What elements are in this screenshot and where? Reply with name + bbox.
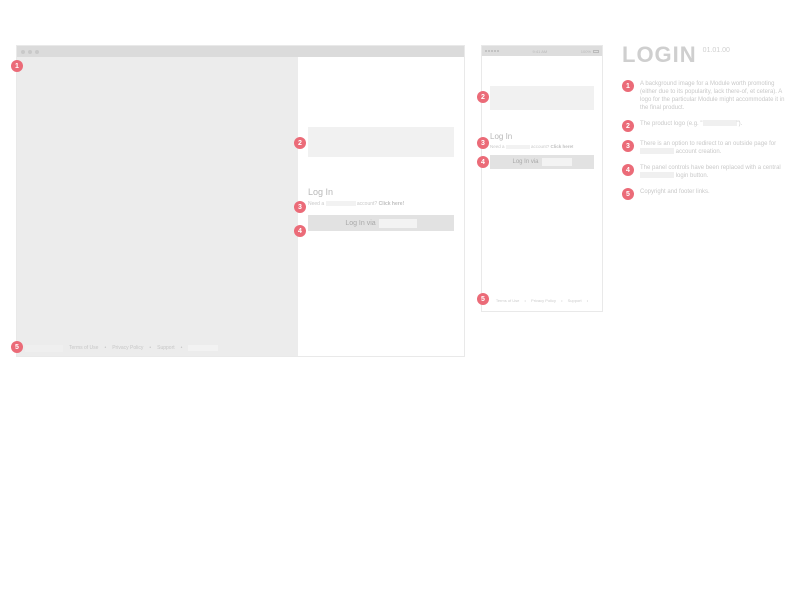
annotation-5: 5 Copyright and footer links. xyxy=(622,188,787,200)
login-via-label: Log In via xyxy=(345,220,375,227)
screen-version: 01.01.00 xyxy=(703,47,730,54)
annotation-4: 4 The panel controls have been replaced … xyxy=(622,164,787,180)
annotation-text-a: The panel controls have been replaced wi… xyxy=(640,165,781,171)
redacted-provider xyxy=(542,158,572,166)
annotation-text: The product logo (e.g. " "). xyxy=(640,120,742,132)
battery-indicator: 100% xyxy=(581,49,599,54)
traffic-light-close-icon xyxy=(21,50,25,54)
annotation-text-b: login button. xyxy=(674,173,708,179)
annotation-text-a: The product logo (e.g. " xyxy=(640,121,703,127)
need-suffix: account? xyxy=(530,144,550,149)
annotation-1: 1 A background image for a Module worth … xyxy=(622,80,787,112)
mobile-status-bar: 9:41 AM 100% xyxy=(482,46,602,56)
annotation-bullet: 2 xyxy=(622,120,634,132)
footer-privacy[interactable]: Privacy Policy xyxy=(112,345,143,351)
login-via-button[interactable]: Log In via xyxy=(490,155,594,169)
redacted-footer-link xyxy=(188,345,218,351)
desktop-browser-mock: Log In Need a account? Click here! Log I… xyxy=(16,45,465,357)
footer-support[interactable]: Support xyxy=(568,298,582,303)
callout-marker-3-mobile: 3 xyxy=(477,137,489,149)
screen-title-row: LOGIN 01.01.00 xyxy=(622,42,787,68)
callout-marker-5-mobile: 5 xyxy=(477,293,489,305)
annotation-text: There is an option to redirect to an out… xyxy=(640,140,787,156)
desktop-footer: Terms of Use • Privacy Policy • Support … xyxy=(17,340,464,356)
desktop-content: Log In Need a account? Click here! Log I… xyxy=(17,57,464,356)
product-logo-placeholder xyxy=(490,86,594,110)
status-time: 9:41 AM xyxy=(533,49,548,54)
redacted-text xyxy=(326,201,356,206)
redacted-text xyxy=(703,120,737,126)
callout-marker-5: 5 xyxy=(11,341,23,353)
screen-title: LOGIN xyxy=(622,42,697,68)
separator-icon: • xyxy=(181,345,183,351)
copyright-placeholder xyxy=(25,345,63,352)
annotation-text-b: account creation. xyxy=(674,149,721,155)
need-prefix: Need a xyxy=(308,201,326,207)
separator-icon: • xyxy=(149,345,151,351)
mobile-body: Log In Need a account? Click here! Log I… xyxy=(482,56,602,311)
login-heading: Log In xyxy=(490,132,594,141)
annotation-text: A background image for a Module worth pr… xyxy=(640,80,787,112)
signal-icon xyxy=(485,50,499,52)
product-logo-placeholder xyxy=(308,127,454,157)
callout-marker-4: 4 xyxy=(294,225,306,237)
callout-marker-2: 2 xyxy=(294,137,306,149)
annotation-3: 3 There is an option to redirect to an o… xyxy=(622,140,787,156)
separator-icon: • xyxy=(525,298,526,303)
browser-titlebar xyxy=(17,46,464,57)
hero-background xyxy=(17,57,298,356)
footer-terms[interactable]: Terms of Use xyxy=(496,298,520,303)
callout-marker-2-mobile: 2 xyxy=(477,91,489,103)
mobile-device-mock: 9:41 AM 100% Log In Need a account? Clic… xyxy=(481,45,603,312)
need-prefix: Need a xyxy=(490,144,506,149)
traffic-light-min-icon xyxy=(28,50,32,54)
callout-marker-1: 1 xyxy=(11,60,23,72)
need-account-line: Need a account? Click here! xyxy=(308,201,454,207)
annotation-column: LOGIN 01.01.00 1 A background image for … xyxy=(622,42,787,208)
annotation-bullet: 1 xyxy=(622,80,634,92)
footer-support[interactable]: Support xyxy=(157,345,175,351)
footer-privacy[interactable]: Privacy Policy xyxy=(531,298,556,303)
callout-marker-4-mobile: 4 xyxy=(477,156,489,168)
mobile-footer: Terms of Use • Privacy Policy • Support … xyxy=(482,298,602,303)
annotation-bullet: 3 xyxy=(622,140,634,152)
annotation-text-b: "). xyxy=(737,121,743,127)
separator-icon: • xyxy=(104,345,106,351)
redacted-provider xyxy=(379,219,417,228)
need-suffix: account? xyxy=(356,201,378,207)
click-here-link[interactable]: Click here! xyxy=(379,201,405,207)
traffic-light-max-icon xyxy=(35,50,39,54)
battery-icon xyxy=(593,50,599,53)
redacted-text xyxy=(640,148,674,154)
footer-terms[interactable]: Terms of Use xyxy=(69,345,98,351)
login-via-button[interactable]: Log In via xyxy=(308,215,454,231)
annotation-bullet: 4 xyxy=(622,164,634,176)
login-via-label: Log In via xyxy=(512,159,538,165)
battery-pct: 100% xyxy=(581,49,591,54)
annotation-bullet: 5 xyxy=(622,188,634,200)
annotation-text-a: There is an option to redirect to an out… xyxy=(640,141,776,147)
annotation-2: 2 The product logo (e.g. " "). xyxy=(622,120,787,132)
separator-icon: • xyxy=(561,298,562,303)
callout-marker-3: 3 xyxy=(294,201,306,213)
redacted-text xyxy=(506,145,530,149)
login-panel: Log In Need a account? Click here! Log I… xyxy=(298,57,464,356)
redacted-text xyxy=(640,172,674,178)
need-account-line: Need a account? Click here! xyxy=(490,144,594,149)
separator-icon: • xyxy=(587,298,588,303)
login-heading: Log In xyxy=(308,187,454,197)
annotation-text: Copyright and footer links. xyxy=(640,188,710,200)
click-here-link[interactable]: Click here! xyxy=(551,144,574,149)
annotation-text: The panel controls have been replaced wi… xyxy=(640,164,787,180)
